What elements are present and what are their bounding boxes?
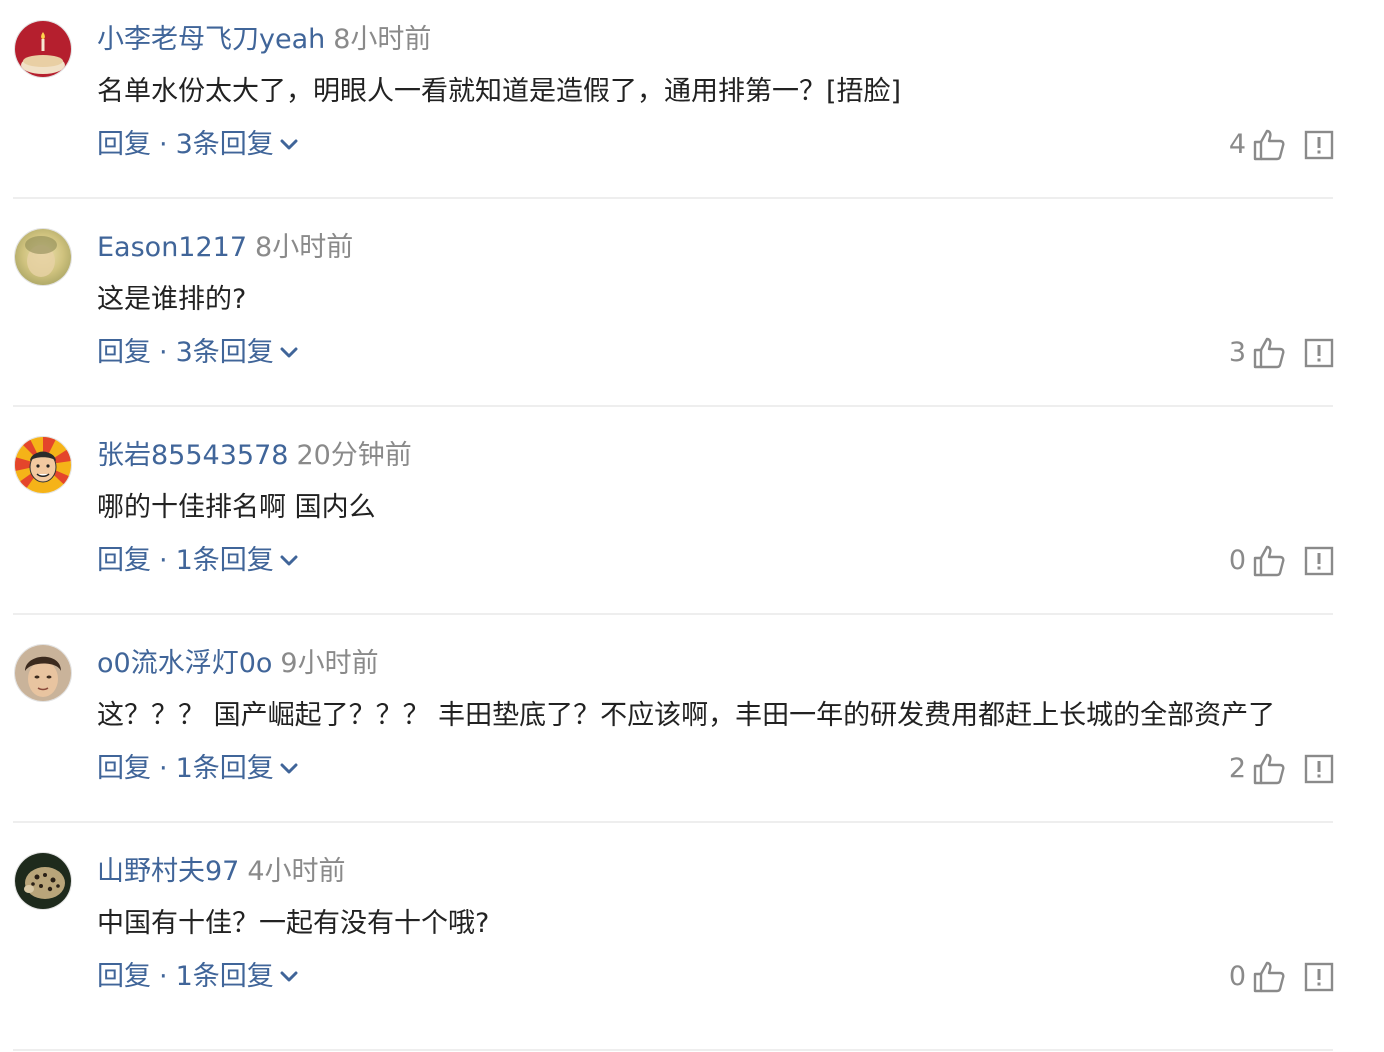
separator-dot: · (159, 129, 168, 160)
avatar[interactable] (14, 852, 72, 910)
chevron-down-icon[interactable] (280, 347, 298, 359)
comment-meta-actions: 2 (1229, 749, 1334, 789)
chevron-down-icon[interactable] (280, 555, 298, 567)
comment-header: 山野村夫97 4小时前 (97, 852, 346, 892)
reply-count-link[interactable]: 1条回复 (176, 749, 274, 789)
chevron-down-icon[interactable] (280, 139, 298, 151)
like-count: 4 (1228, 129, 1246, 160)
thumbs-up-icon[interactable] (1252, 544, 1286, 578)
divider (13, 1049, 1333, 1051)
comment-item: 山野村夫97 4小时前 中国有十佳？一起有没有十个哦? 回复 · 1条回复 0 (0, 832, 1384, 1051)
blurred-face-avatar-icon (15, 229, 71, 285)
separator-dot: · (159, 961, 168, 992)
comment-text: 这？？？ 国产崛起了？？？ 丰田垫底了？不应该啊，丰田一年的研发费用都赶上长城的… (97, 700, 1276, 731)
avatar[interactable] (14, 228, 72, 286)
chevron-down-icon[interactable] (280, 763, 298, 775)
comment-meta-actions: 0 (1229, 957, 1334, 997)
report-icon[interactable] (1304, 130, 1334, 160)
comment-item: 张岩85543578 20分钟前 哪的十佳排名啊 国内么 回复 · 1条回复 0 (0, 416, 1384, 624)
comment-text: 这是谁排的? (97, 284, 247, 315)
comment-actions: 回复 · 1条回复 (97, 749, 298, 789)
username[interactable]: Eason1217 (97, 232, 247, 263)
timestamp: 8小时前 (255, 232, 354, 263)
comment-header: 小李老母飞刀yeah 8小时前 (97, 20, 431, 60)
leopard-avatar-icon (15, 853, 71, 909)
avatar[interactable] (14, 644, 72, 702)
divider (13, 613, 1333, 615)
comment-actions: 回复 · 3条回复 (97, 125, 298, 165)
reply-button[interactable]: 回复 (97, 333, 151, 373)
comment-item: 小李老母飞刀yeah 8小时前 名单水份太大了，明眼人一看就知道是造假了，通用排第… (0, 0, 1384, 208)
comment-item: Eason1217 8小时前 这是谁排的? 回复 · 3条回复 3 (0, 208, 1384, 416)
comment-header: 张岩85543578 20分钟前 (97, 436, 412, 476)
comment-header: Eason1217 8小时前 (97, 228, 353, 268)
divider (13, 821, 1333, 823)
chevron-down-icon[interactable] (280, 971, 298, 983)
comment-header: o0流水浮灯0o 9小时前 (97, 644, 379, 684)
comment-text: 哪的十佳排名啊 国内么 (97, 492, 376, 523)
username[interactable]: o0流水浮灯0o (97, 648, 272, 679)
report-icon[interactable] (1304, 962, 1334, 992)
cartoon-man-avatar-icon (15, 437, 71, 493)
comment-text: 名单水份太大了，明眼人一看就知道是造假了，通用排第一？[捂脸] (97, 76, 902, 107)
username[interactable]: 山野村夫97 (97, 856, 239, 887)
report-icon[interactable] (1304, 754, 1334, 784)
timestamp: 8小时前 (333, 24, 432, 55)
thumbs-up-icon[interactable] (1252, 752, 1286, 786)
comment-actions: 回复 · 3条回复 (97, 333, 298, 373)
comment-actions: 回复 · 1条回复 (97, 541, 298, 581)
like-count: 0 (1228, 545, 1246, 576)
reply-count-link[interactable]: 1条回复 (176, 541, 274, 581)
comment-meta-actions: 3 (1229, 333, 1334, 373)
report-icon[interactable] (1304, 338, 1334, 368)
username[interactable]: 张岩85543578 (97, 440, 288, 471)
avatar[interactable] (14, 20, 72, 78)
reply-button[interactable]: 回复 (97, 541, 151, 581)
comment-list: 小李老母飞刀yeah 8小时前 名单水份太大了，明眼人一看就知道是造假了，通用排第… (0, 0, 1384, 1052)
report-icon[interactable] (1304, 546, 1334, 576)
avatar[interactable] (14, 436, 72, 494)
separator-dot: · (159, 337, 168, 368)
thumbs-up-icon[interactable] (1252, 336, 1286, 370)
username[interactable]: 小李老母飞刀yeah (97, 24, 325, 55)
comment-meta-actions: 0 (1229, 541, 1334, 581)
comment-actions: 回复 · 1条回复 (97, 957, 298, 997)
reply-count-link[interactable]: 1条回复 (176, 957, 274, 997)
like-count: 3 (1228, 337, 1246, 368)
timestamp: 4小时前 (247, 856, 346, 887)
reply-count-link[interactable]: 3条回复 (176, 125, 274, 165)
thumbs-up-icon[interactable] (1252, 128, 1286, 162)
thumbs-up-icon[interactable] (1252, 960, 1286, 994)
reply-count-link[interactable]: 3条回复 (176, 333, 274, 373)
comment-item: o0流水浮灯0o 9小时前 这？？？ 国产崛起了？？？ 丰田垫底了？不应该啊，丰田… (0, 624, 1384, 832)
reply-button[interactable]: 回复 (97, 125, 151, 165)
cake-avatar-icon (15, 21, 71, 77)
reply-button[interactable]: 回复 (97, 957, 151, 997)
separator-dot: · (159, 545, 168, 576)
timestamp: 20分钟前 (296, 440, 412, 471)
comment-meta-actions: 4 (1229, 125, 1334, 165)
reply-button[interactable]: 回复 (97, 749, 151, 789)
timestamp: 9小时前 (280, 648, 379, 679)
like-count: 0 (1228, 961, 1246, 992)
divider (13, 405, 1333, 407)
divider (13, 197, 1333, 199)
comment-text: 中国有十佳？一起有没有十个哦? (97, 908, 490, 939)
man-portrait-avatar-icon (15, 645, 71, 701)
like-count: 2 (1228, 753, 1246, 784)
separator-dot: · (159, 753, 168, 784)
